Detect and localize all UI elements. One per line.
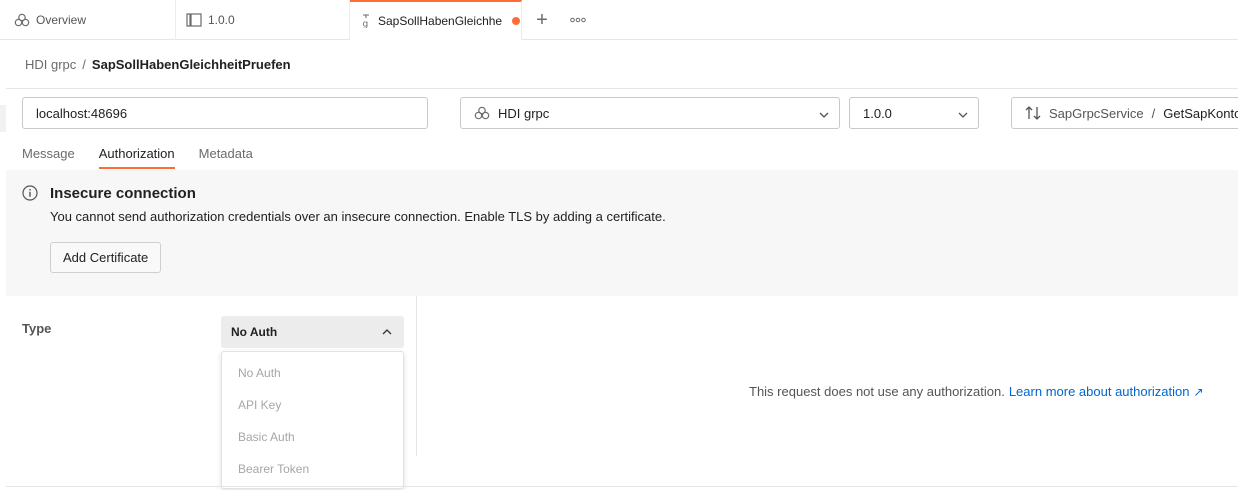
server-url-input[interactable]: localhost:48696 (22, 97, 428, 129)
bottom-divider (6, 486, 1238, 487)
breadcrumb-separator: / (82, 56, 86, 72)
tab-api-version[interactable]: 1.0.0 (176, 0, 350, 40)
alert-title: Insecure connection (50, 185, 196, 202)
swap-arrows-icon (1025, 105, 1041, 121)
menu-item-api-key[interactable]: API Key (222, 389, 403, 421)
unsaved-indicator (512, 17, 521, 25)
insecure-connection-alert: Insecure connection You cannot send auth… (6, 170, 1238, 296)
auth-type-label: Type (22, 321, 52, 336)
tab-grpc-request[interactable]: g SapSollHabenGleichhe (350, 0, 522, 40)
info-icon (22, 185, 38, 204)
svg-text:g: g (363, 20, 369, 29)
menu-item-no-auth[interactable]: No Auth (222, 357, 403, 389)
method-name: GetSapKontos (1163, 105, 1238, 121)
breadcrumb-current[interactable]: SapSollHabenGleichheitPruefen (92, 57, 291, 72)
chevron-down-icon (958, 108, 968, 123)
no-auth-message: This request does not use any authorizat… (749, 384, 1204, 399)
tab-bar: Overview 1.0.0 g SapSollHabenGleichhe + (0, 0, 1238, 40)
tab-label: SapSollHabenGleichhe (378, 14, 503, 28)
menu-item-basic-auth[interactable]: Basic Auth (222, 421, 403, 453)
menu-item-bearer-token[interactable]: Bearer Token (222, 453, 403, 485)
tab-authorization[interactable]: Authorization (98, 140, 175, 170)
more-icon[interactable] (568, 10, 588, 30)
grpc-icon: g (360, 14, 372, 28)
version-value: 1.0.0 (863, 105, 892, 121)
request-subtabs: Message Authorization Metadata (22, 140, 253, 170)
breadcrumb-parent[interactable]: HDI grpc (25, 57, 76, 72)
overview-icon (14, 13, 30, 27)
learn-more-link[interactable]: Learn more about authorization (1009, 384, 1190, 399)
method-separator: / (1151, 105, 1156, 121)
api-icon (186, 13, 202, 27)
service-icon (474, 106, 490, 120)
version-select[interactable]: 1.0.0 (849, 97, 979, 129)
method-service: SapGrpcService (1049, 105, 1144, 121)
tab-overview[interactable]: Overview (0, 0, 176, 40)
server-url-value: localhost:48696 (36, 105, 128, 121)
breadcrumb: HDI grpc / SapSollHabenGleichheitPruefen (25, 56, 291, 72)
tab-label: 1.0.0 (208, 13, 235, 27)
auth-type-select[interactable]: No Auth (221, 316, 404, 348)
chevron-down-icon (819, 108, 829, 123)
external-link-icon[interactable]: ↗ (1194, 385, 1204, 399)
auth-type-menu: No Auth API Key Basic Auth Bearer Token (221, 351, 404, 489)
tab-metadata[interactable]: Metadata (199, 140, 253, 170)
collapsed-sidebar-edge[interactable] (0, 105, 6, 132)
chevron-up-icon (382, 326, 392, 340)
new-tab-button[interactable]: + (532, 10, 552, 30)
service-select[interactable]: HDI grpc (460, 97, 840, 129)
alert-body: You cannot send authorization credential… (50, 209, 666, 224)
method-select[interactable]: SapGrpcService / GetSapKontos (1011, 97, 1238, 129)
tab-message[interactable]: Message (22, 140, 75, 170)
add-certificate-button[interactable]: Add Certificate (50, 242, 162, 273)
service-value: HDI grpc (498, 105, 550, 121)
auth-type-value: No Auth (231, 325, 278, 339)
tab-label: Overview (36, 13, 87, 27)
header-divider (6, 88, 1238, 89)
no-auth-text: This request does not use any authorizat… (749, 384, 1005, 399)
